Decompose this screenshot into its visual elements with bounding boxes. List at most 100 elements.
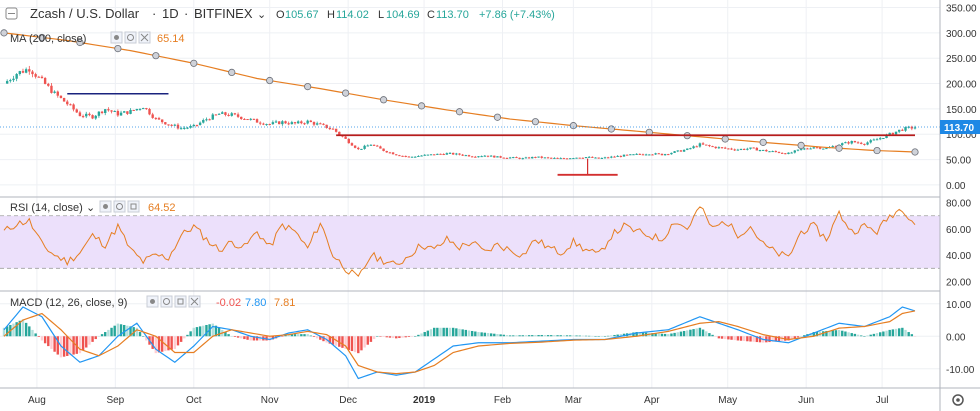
- candle[interactable]: [474, 156, 477, 158]
- candle[interactable]: [227, 114, 230, 116]
- candle[interactable]: [651, 154, 654, 156]
- candle[interactable]: [550, 157, 553, 159]
- candle[interactable]: [606, 157, 610, 159]
- candle[interactable]: [891, 132, 895, 135]
- candle[interactable]: [429, 154, 433, 156]
- candle[interactable]: [701, 143, 705, 145]
- candle[interactable]: [420, 155, 423, 157]
- candle[interactable]: [698, 143, 702, 147]
- candle[interactable]: [458, 153, 461, 155]
- candle[interactable]: [179, 128, 183, 130]
- candle[interactable]: [796, 149, 800, 151]
- candle[interactable]: [132, 109, 135, 111]
- candle[interactable]: [553, 157, 556, 159]
- candle[interactable]: [784, 153, 787, 155]
- candle[interactable]: [176, 124, 180, 129]
- candle[interactable]: [21, 71, 25, 73]
- candle[interactable]: [88, 113, 91, 116]
- candle[interactable]: [236, 114, 240, 117]
- candle[interactable]: [353, 145, 357, 148]
- candle[interactable]: [34, 74, 37, 77]
- candle[interactable]: [141, 108, 145, 110]
- candle[interactable]: [129, 109, 132, 114]
- candle[interactable]: [287, 123, 290, 125]
- candle[interactable]: [825, 148, 828, 150]
- candle[interactable]: [787, 152, 790, 155]
- candle[interactable]: [616, 155, 619, 157]
- candle[interactable]: [233, 113, 237, 115]
- candle[interactable]: [53, 91, 56, 93]
- candle[interactable]: [300, 121, 303, 124]
- candle[interactable]: [391, 152, 395, 155]
- candle[interactable]: [708, 145, 711, 147]
- candle[interactable]: [727, 148, 730, 150]
- candle[interactable]: [18, 71, 22, 75]
- candle[interactable]: [404, 155, 407, 157]
- candle[interactable]: [372, 144, 376, 146]
- candle[interactable]: [638, 153, 642, 155]
- candle[interactable]: [398, 155, 401, 157]
- candle[interactable]: [578, 157, 581, 159]
- candle[interactable]: [670, 152, 673, 155]
- candle[interactable]: [113, 110, 116, 112]
- candle[interactable]: [894, 131, 898, 135]
- chevron-down-icon[interactable]: ⌄: [257, 9, 266, 21]
- candle[interactable]: [806, 148, 809, 150]
- candle[interactable]: [157, 118, 161, 120]
- candle[interactable]: [480, 156, 483, 158]
- candle[interactable]: [724, 147, 727, 149]
- candle[interactable]: [186, 127, 189, 129]
- settings-icon[interactable]: [174, 295, 187, 308]
- candle[interactable]: [686, 148, 689, 150]
- candle[interactable]: [104, 109, 107, 113]
- ma-legend[interactable]: MA (200, close) 65.14: [10, 31, 185, 45]
- settings-icon[interactable]: [127, 200, 140, 213]
- candle[interactable]: [499, 156, 502, 158]
- candle[interactable]: [202, 119, 205, 123]
- candle[interactable]: [205, 119, 208, 121]
- candle[interactable]: [720, 147, 724, 149]
- eye-icon[interactable]: [146, 295, 159, 308]
- candle[interactable]: [268, 124, 271, 126]
- candle[interactable]: [271, 122, 275, 125]
- candle[interactable]: [872, 139, 876, 141]
- candle[interactable]: [357, 147, 360, 150]
- close-icon[interactable]: [188, 295, 201, 308]
- candle[interactable]: [56, 91, 59, 96]
- candle[interactable]: [312, 122, 316, 125]
- candle[interactable]: [40, 76, 44, 78]
- candle[interactable]: [489, 155, 493, 157]
- candle[interactable]: [265, 124, 268, 126]
- candle[interactable]: [913, 127, 917, 129]
- candle[interactable]: [587, 156, 591, 158]
- candle[interactable]: [167, 124, 170, 126]
- signal-line[interactable]: [3, 310, 916, 375]
- candle[interactable]: [850, 141, 853, 144]
- price-pane[interactable]: [0, 29, 940, 176]
- candle[interactable]: [799, 149, 803, 151]
- candle[interactable]: [629, 154, 632, 156]
- candle[interactable]: [75, 109, 78, 113]
- candle[interactable]: [211, 114, 214, 120]
- candle[interactable]: [15, 74, 18, 79]
- candle[interactable]: [385, 150, 388, 153]
- candle[interactable]: [224, 112, 227, 115]
- candle[interactable]: [325, 124, 328, 129]
- candle[interactable]: [85, 113, 88, 117]
- candle[interactable]: [208, 119, 211, 121]
- candle[interactable]: [123, 111, 126, 113]
- candle[interactable]: [765, 149, 768, 152]
- candle[interactable]: [790, 152, 793, 154]
- candle[interactable]: [524, 157, 528, 159]
- candle[interactable]: [47, 83, 50, 86]
- candle[interactable]: [363, 145, 366, 149]
- candle[interactable]: [572, 158, 575, 160]
- candle[interactable]: [879, 138, 882, 140]
- candle[interactable]: [673, 151, 676, 153]
- settings-icon[interactable]: [113, 200, 126, 213]
- candle[interactable]: [531, 156, 534, 159]
- candle[interactable]: [306, 120, 309, 124]
- candle[interactable]: [771, 151, 774, 153]
- candle[interactable]: [875, 139, 879, 141]
- candle[interactable]: [379, 146, 382, 149]
